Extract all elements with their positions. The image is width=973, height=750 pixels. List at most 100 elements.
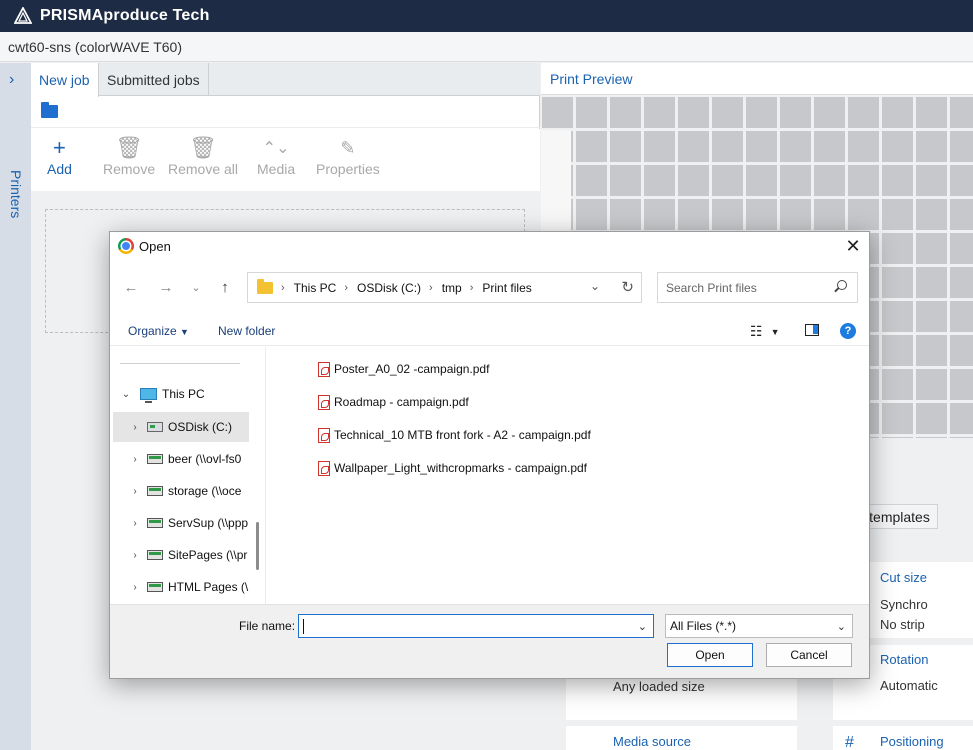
pdf-file-icon bbox=[318, 427, 330, 443]
tree-item-label: SitePages (\\pr bbox=[168, 548, 248, 562]
file-name-label: File name: bbox=[239, 619, 296, 633]
path-separator-icon[interactable]: › bbox=[344, 282, 348, 294]
file-name-dropdown-chevron-icon[interactable]: ⌄ bbox=[638, 620, 647, 633]
templates-button[interactable]: templates bbox=[861, 504, 938, 529]
file-name: Technical_10 MTB front fork - A2 - campa… bbox=[334, 428, 591, 442]
tab-submitted-jobs[interactable]: Submitted jobs bbox=[99, 63, 209, 96]
breadcrumb-osdisk[interactable]: OSDisk (C:) bbox=[357, 281, 421, 295]
address-dropdown-chevron-icon[interactable]: ⌄ bbox=[590, 279, 600, 293]
tree-item-this-pc[interactable]: ⌄ This PC bbox=[110, 379, 249, 409]
job-toolbar: + Add 🗑 Remove 🗑 Remove all ⌃⌄ Media ✎ P… bbox=[31, 129, 540, 191]
collapsed-chevron-icon[interactable]: › bbox=[128, 550, 142, 561]
file-type-dropdown-chevron-icon: ⌄ bbox=[836, 621, 846, 633]
open-button[interactable]: Open bbox=[667, 643, 753, 667]
tree-item-network-drive[interactable]: › beer (\\ovl-fs0 bbox=[110, 444, 249, 474]
dialog-title: Open bbox=[139, 239, 171, 254]
search-icon[interactable] bbox=[837, 280, 847, 290]
templates-label: templates bbox=[869, 508, 930, 525]
network-drive-icon bbox=[147, 486, 163, 496]
printer-selector[interactable]: cwt60-sns (colorWAVE T60) bbox=[0, 32, 973, 62]
tree-item-network-drive[interactable]: › SitePages (\\pr bbox=[110, 540, 249, 570]
file-item[interactable]: Technical_10 MTB front fork - A2 - campa… bbox=[318, 424, 591, 446]
cut-size-value: Synchro bbox=[880, 597, 928, 612]
folder-icon[interactable] bbox=[41, 102, 58, 118]
address-bar[interactable]: › This PC › OSDisk (C:) › tmp › Print fi… bbox=[247, 272, 642, 303]
printers-side-panel[interactable]: › Printers bbox=[0, 63, 31, 750]
nav-scrollbar[interactable] bbox=[256, 522, 259, 570]
up-down-chevron-icon: ⌃⌄ bbox=[262, 140, 290, 157]
open-label: Open bbox=[695, 648, 725, 662]
add-button[interactable]: + Add bbox=[47, 135, 72, 177]
path-separator-icon[interactable]: › bbox=[470, 282, 474, 294]
file-item[interactable]: Poster_A0_02 -campaign.pdf bbox=[318, 358, 489, 380]
forward-arrow-icon[interactable]: → bbox=[156, 276, 176, 300]
collapsed-chevron-icon[interactable]: › bbox=[128, 422, 142, 433]
media-size-value: Any loaded size bbox=[613, 679, 705, 694]
cut-size-title: Cut size bbox=[880, 570, 927, 585]
expanded-chevron-icon[interactable]: ⌄ bbox=[119, 389, 133, 400]
close-icon[interactable]: ✕ bbox=[843, 236, 863, 256]
printer-name: cwt60-sns (colorWAVE T60) bbox=[8, 38, 183, 55]
media-source-title: Media source bbox=[613, 734, 692, 749]
positioning-card[interactable]: # Positioning bbox=[833, 726, 973, 750]
media-source-card[interactable]: Media source bbox=[566, 726, 797, 750]
add-label: Add bbox=[47, 161, 72, 177]
preview-pane-icon[interactable] bbox=[805, 324, 819, 336]
search-input[interactable]: Search Print files bbox=[657, 272, 858, 303]
tab-label: Submitted jobs bbox=[107, 71, 200, 88]
drive-icon bbox=[147, 422, 163, 432]
remove-all-button[interactable]: 🗑 Remove all bbox=[168, 135, 238, 177]
file-item[interactable]: Roadmap - campaign.pdf bbox=[318, 391, 469, 413]
tree-item-network-drive[interactable]: › storage (\\oce bbox=[110, 476, 249, 506]
remove-button[interactable]: 🗑 Remove bbox=[103, 135, 155, 177]
collapsed-chevron-icon[interactable]: › bbox=[128, 582, 142, 593]
job-tabs: New job Submitted jobs bbox=[31, 63, 540, 97]
tree-item-network-drive[interactable]: › HTML Pages (\ bbox=[110, 572, 249, 602]
pdf-file-icon bbox=[318, 460, 330, 476]
organize-menu[interactable]: Organize ▼ bbox=[128, 324, 189, 338]
breadcrumb-this-pc[interactable]: This PC bbox=[294, 281, 337, 295]
dialog-footer: File name: ⌄ All Files (*.*) ⌄ Open Canc… bbox=[110, 604, 869, 678]
collapsed-chevron-icon[interactable]: › bbox=[128, 486, 142, 497]
dialog-title-bar[interactable]: Open ✕ bbox=[110, 232, 869, 260]
file-type-select[interactable]: All Files (*.*) ⌄ bbox=[665, 614, 853, 638]
print-preview-header: Print Preview bbox=[541, 63, 973, 95]
refresh-icon[interactable]: ↻ bbox=[621, 278, 634, 296]
tree-item-label: beer (\\ovl-fs0 bbox=[168, 452, 242, 466]
breadcrumb-print-files[interactable]: Print files bbox=[482, 281, 531, 295]
properties-button[interactable]: ✎ Properties bbox=[316, 135, 380, 178]
new-folder-button[interactable]: New folder bbox=[218, 324, 275, 338]
navigation-bar: ← → ⌄ ↑ › This PC › OSDisk (C:) › tmp › … bbox=[110, 270, 869, 306]
tab-label: New job bbox=[39, 72, 90, 88]
expand-chevron-icon[interactable]: › bbox=[9, 71, 21, 88]
media-button[interactable]: ⌃⌄ Media bbox=[257, 135, 295, 177]
path-separator-icon[interactable]: › bbox=[429, 282, 433, 294]
app-title: PRISMAproduce Tech bbox=[40, 7, 210, 24]
file-name-input[interactable]: ⌄ bbox=[298, 614, 654, 638]
tree-item-label: HTML Pages (\ bbox=[168, 580, 249, 594]
cancel-label: Cancel bbox=[790, 648, 828, 662]
network-drive-icon bbox=[147, 582, 163, 592]
collapsed-chevron-icon[interactable]: › bbox=[128, 518, 142, 529]
tree-item-osdisk[interactable]: › OSDisk (C:) bbox=[113, 412, 249, 442]
file-name: Wallpaper_Light_withcropmarks - campaign… bbox=[334, 461, 588, 475]
help-icon[interactable]: ? bbox=[840, 323, 856, 339]
cancel-button[interactable]: Cancel bbox=[766, 643, 852, 667]
tree-item-label: This PC bbox=[162, 387, 205, 401]
breadcrumb-tmp[interactable]: tmp bbox=[442, 281, 462, 295]
tree-item-network-drive[interactable]: › ServSup (\\ppp bbox=[110, 508, 249, 538]
path-separator-icon[interactable]: › bbox=[281, 282, 285, 294]
recent-locations-chevron-icon[interactable]: ⌄ bbox=[186, 276, 206, 300]
view-options[interactable]: ☷ ▼ bbox=[750, 323, 779, 340]
tab-new-job[interactable]: New job bbox=[31, 63, 99, 97]
file-item[interactable]: Wallpaper_Light_withcropmarks - campaign… bbox=[318, 457, 587, 479]
printers-label[interactable]: Printers bbox=[8, 170, 24, 218]
collapsed-chevron-icon[interactable]: › bbox=[128, 454, 142, 465]
prisma-logo-icon bbox=[14, 7, 32, 24]
up-arrow-icon[interactable]: ↑ bbox=[215, 276, 235, 300]
text-caret bbox=[303, 619, 304, 634]
back-arrow-icon[interactable]: ← bbox=[121, 276, 141, 300]
positioning-title: Positioning bbox=[880, 734, 944, 749]
properties-label: Properties bbox=[316, 161, 380, 177]
network-drive-icon bbox=[147, 454, 163, 464]
